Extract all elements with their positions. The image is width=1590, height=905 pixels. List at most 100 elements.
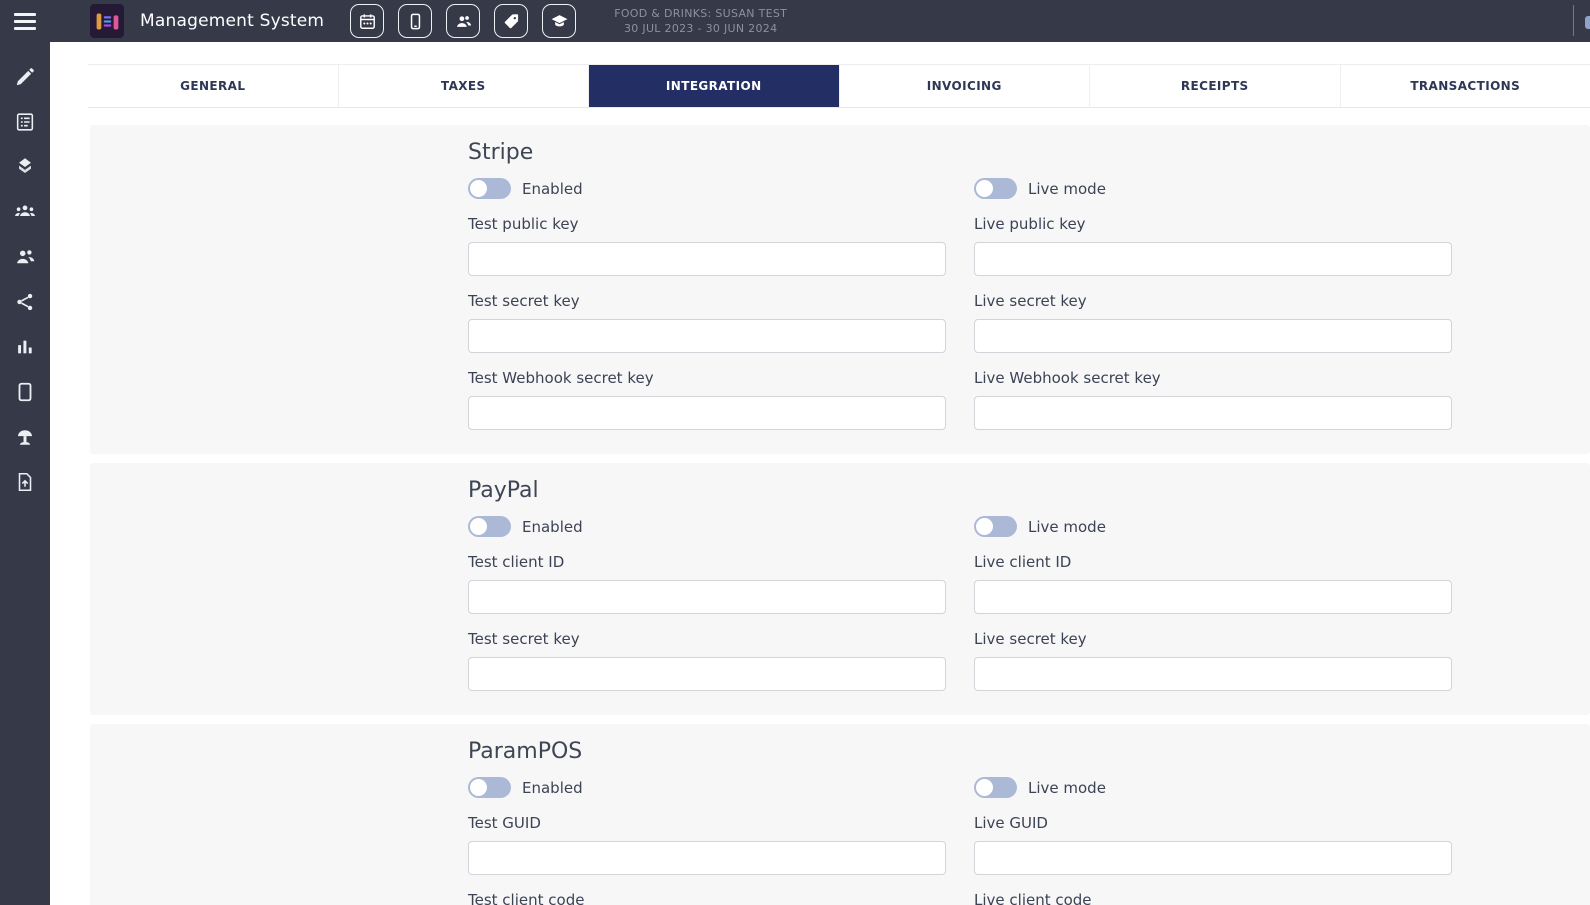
toggle-knob — [470, 779, 487, 796]
file-upload-icon — [14, 471, 36, 493]
tag-button[interactable] — [494, 4, 528, 38]
field-label: Live public key — [974, 216, 1452, 233]
enabled-toggle[interactable] — [468, 777, 511, 798]
field-label: Live secret key — [974, 631, 1452, 648]
live-mode-toggle[interactable] — [974, 777, 1017, 798]
live-webhook-secret-key-input[interactable] — [974, 396, 1452, 430]
test-client-id-input[interactable] — [468, 580, 946, 614]
tab-taxes[interactable]: TAXES — [339, 65, 590, 107]
clipped-edge-element — [1585, 16, 1590, 29]
main-content: GENERALTAXESINTEGRATIONINVOICINGRECEIPTS… — [50, 42, 1590, 905]
podium-icon — [14, 426, 36, 448]
edit-icon — [14, 66, 36, 88]
sidebar-item-tags[interactable] — [0, 144, 50, 189]
sidebar-item-team[interactable] — [0, 189, 50, 234]
field-label: Live client code — [974, 892, 1452, 905]
live-mode-toggle[interactable] — [974, 178, 1017, 199]
top-header: Management System FOOD & DRI — [0, 0, 1590, 42]
enabled-toggle-label: Enabled — [522, 779, 583, 797]
enabled-toggle[interactable] — [468, 178, 511, 199]
enabled-toggle-label: Enabled — [522, 518, 583, 536]
hamburger-menu-button[interactable] — [0, 13, 50, 30]
field-label: Live secret key — [974, 293, 1452, 310]
sidebar-item-file-upload[interactable] — [0, 459, 50, 504]
sidebar-item-reports[interactable] — [0, 324, 50, 369]
customers-icon — [454, 12, 473, 31]
test-secret-key-input[interactable] — [468, 657, 946, 691]
section-title: ParamPOS — [468, 739, 1452, 765]
live-mode-toggle-label: Live mode — [1028, 518, 1106, 536]
section-title: Stripe — [468, 140, 1452, 166]
sidebar-item-menu-list[interactable] — [0, 99, 50, 144]
tab-invoicing[interactable]: INVOICING — [840, 65, 1091, 107]
app-logo[interactable] — [90, 4, 124, 38]
tab-transactions[interactable]: TRANSACTIONS — [1341, 65, 1590, 107]
sidebar-item-share[interactable] — [0, 279, 50, 324]
field-label: Test client ID — [468, 554, 946, 571]
venue-name: FOOD & DRINKS: SUSAN TEST — [614, 6, 787, 21]
live-public-key-input[interactable] — [974, 242, 1452, 276]
test-public-key-input[interactable] — [468, 242, 946, 276]
integration-settings: Stripe Enabled Live mode Test public key… — [50, 108, 1590, 905]
reports-icon — [14, 336, 36, 358]
live-mode-toggle-label: Live mode — [1028, 180, 1106, 198]
tab-receipts[interactable]: RECEIPTS — [1090, 65, 1341, 107]
tags-icon — [14, 156, 36, 178]
live-secret-key-input[interactable] — [974, 319, 1452, 353]
field-label: Live GUID — [974, 815, 1452, 832]
toggle-knob — [470, 180, 487, 197]
team-icon — [14, 201, 36, 223]
mobile-icon — [406, 12, 425, 31]
test-webhook-secret-key-input[interactable] — [468, 396, 946, 430]
field-label: Test GUID — [468, 815, 946, 832]
live-guid-input[interactable] — [974, 841, 1452, 875]
customers-button[interactable] — [446, 4, 480, 38]
live-mode-toggle[interactable] — [974, 516, 1017, 537]
calendar-button[interactable] — [350, 4, 384, 38]
live-client-id-input[interactable] — [974, 580, 1452, 614]
toggle-knob — [976, 180, 993, 197]
field-label: Live client ID — [974, 554, 1452, 571]
calendar-icon — [358, 12, 377, 31]
tablet-icon — [14, 381, 36, 403]
left-sidebar — [0, 42, 50, 905]
field-label: Test public key — [468, 216, 946, 233]
live-mode-toggle-label: Live mode — [1028, 779, 1106, 797]
sidebar-item-edit[interactable] — [0, 54, 50, 99]
hamburger-icon — [14, 13, 36, 30]
enabled-toggle-label: Enabled — [522, 180, 583, 198]
field-label: Test secret key — [468, 293, 946, 310]
section-title: PayPal — [468, 478, 1452, 504]
education-button[interactable] — [542, 4, 576, 38]
sidebar-item-tablet[interactable] — [0, 369, 50, 414]
test-guid-input[interactable] — [468, 841, 946, 875]
parampos-section: ParamPOS Enabled Live mode Test GUID Live… — [90, 724, 1590, 905]
tab-integration[interactable]: INTEGRATION — [589, 65, 840, 107]
toggle-knob — [976, 518, 993, 535]
menu-list-icon — [14, 111, 36, 133]
app-title: Management System — [140, 11, 324, 31]
venue-info[interactable]: FOOD & DRINKS: SUSAN TEST 30 JUL 2023 - … — [614, 6, 787, 36]
live-secret-key-input[interactable] — [974, 657, 1452, 691]
field-label: Test Webhook secret key — [468, 370, 946, 387]
sidebar-item-podium[interactable] — [0, 414, 50, 459]
share-icon — [14, 291, 36, 313]
education-icon — [550, 12, 569, 31]
toggle-knob — [470, 518, 487, 535]
test-secret-key-input[interactable] — [468, 319, 946, 353]
settings-tab-strip: GENERALTAXESINTEGRATIONINVOICINGRECEIPTS… — [88, 64, 1590, 108]
tag-icon — [502, 12, 521, 31]
paypal-section: PayPal Enabled Live mode Test client ID L… — [90, 463, 1590, 715]
field-label: Test secret key — [468, 631, 946, 648]
field-label: Test client code — [468, 892, 946, 905]
venue-period: 30 JUL 2023 - 30 JUN 2024 — [614, 21, 787, 36]
enabled-toggle[interactable] — [468, 516, 511, 537]
mobile-button[interactable] — [398, 4, 432, 38]
sidebar-item-customers[interactable] — [0, 234, 50, 279]
stripe-section: Stripe Enabled Live mode Test public key… — [90, 125, 1590, 454]
tab-general[interactable]: GENERAL — [88, 65, 339, 107]
toggle-knob — [976, 779, 993, 796]
field-label: Live Webhook secret key — [974, 370, 1452, 387]
customers-icon — [14, 246, 36, 268]
header-divider — [1573, 5, 1574, 36]
